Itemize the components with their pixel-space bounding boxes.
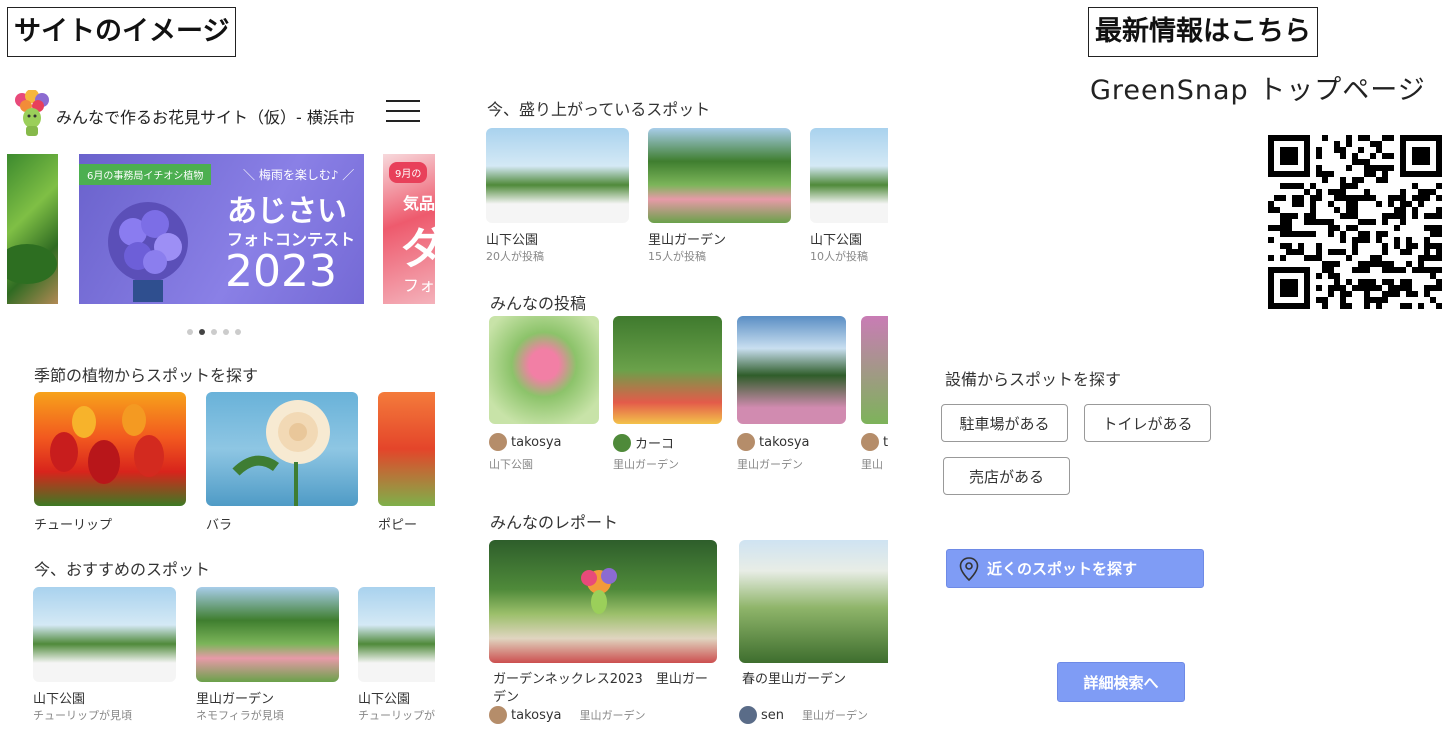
report-card-1[interactable]: [489, 540, 717, 663]
hamburger-icon[interactable]: [386, 100, 420, 124]
plant-label-tulip: チューリップ: [34, 518, 113, 533]
trending-name-3: 山下公園: [810, 233, 863, 248]
qr-code[interactable]: [1268, 135, 1442, 309]
detail-search-button[interactable]: 詳細検索へ: [1057, 662, 1185, 702]
facilities-section-title: 設備からスポットを探す: [945, 370, 1122, 389]
post-user-4[interactable]: t: [861, 433, 888, 451]
banner-prev-slide[interactable]: [7, 154, 58, 304]
carousel-dot[interactable]: [235, 329, 241, 335]
seasonal-section-title: 季節の植物からスポットを探す: [34, 366, 259, 385]
trending-sub-2: 15人が投稿: [648, 250, 706, 263]
trending-sub-1: 20人が投稿: [486, 250, 544, 263]
post-place-2: 里山ガーデン: [613, 458, 679, 471]
banner-next-contest: フォ: [403, 276, 435, 295]
post-place-4: 里山: [861, 458, 883, 471]
post-user-3[interactable]: takosya: [737, 433, 810, 451]
banner-next-text: 気品: [403, 194, 435, 213]
recommended-card-3[interactable]: [358, 587, 435, 682]
banner-next-tag: 9月の: [389, 162, 428, 183]
plant-label-rose: バラ: [206, 518, 233, 533]
banner-main-slide[interactable]: 6月の事務局イチオシ植物 ＼ 梅雨を楽しむ♪ ／ あじさい フォトコンテスト 2…: [79, 154, 364, 304]
plant-card-tulip[interactable]: [34, 392, 186, 506]
avatar: [739, 706, 757, 724]
report-username: takosya: [511, 707, 562, 723]
recommended-name-2: 里山ガーデン: [196, 692, 275, 707]
chip-shop[interactable]: 売店がある: [943, 457, 1070, 495]
report-title-1b[interactable]: デン: [493, 686, 519, 705]
post-card-4[interactable]: [861, 316, 888, 424]
carousel-dot[interactable]: [199, 329, 205, 335]
avatar: [861, 433, 879, 451]
plant-card-rose[interactable]: [206, 392, 358, 506]
recommended-section-title: 今、おすすめのスポット: [34, 560, 211, 579]
plant-card-poppy[interactable]: [378, 392, 435, 506]
nearby-spots-button[interactable]: 近くのスポットを探す: [946, 549, 1204, 588]
posts-section-title: みんなの投稿: [490, 294, 587, 313]
trending-name-1: 山下公園: [486, 233, 539, 248]
post-username: takosya: [759, 434, 810, 450]
recommended-sub-1: チューリップが見頃: [33, 709, 132, 722]
recommended-name-3: 山下公園: [358, 692, 411, 707]
report-user-1[interactable]: takosya 里山ガーデン: [489, 706, 646, 724]
report-title-2[interactable]: 春の里山ガーデン: [742, 668, 846, 687]
map-pin-icon: [959, 556, 979, 581]
post-user-2[interactable]: カーコ: [613, 433, 674, 452]
report-place: 里山ガーデン: [579, 709, 646, 722]
trending-card-3[interactable]: [810, 128, 888, 223]
site-title[interactable]: みんなで作るお花見サイト（仮）- 横浜市: [56, 104, 355, 128]
report-title-1[interactable]: ガーデンネックレス2023 里山ガー: [493, 668, 708, 687]
trending-name-2: 里山ガーデン: [648, 233, 727, 248]
report-username: sen: [761, 707, 785, 723]
post-username: takosya: [511, 434, 562, 450]
post-place-3: 里山ガーデン: [737, 458, 803, 471]
avatar: [737, 433, 755, 451]
post-card-1[interactable]: [489, 316, 599, 424]
mascot-icon: [14, 89, 50, 138]
trending-card-2[interactable]: [648, 128, 791, 223]
hydrangea-image: [93, 192, 203, 302]
recommended-sub-3: チューリップが: [358, 709, 435, 722]
trending-sub-3: 10人が投稿: [810, 250, 868, 263]
banner-next-slide[interactable]: 9月の 気品 ダ フォ: [383, 154, 435, 304]
greensnap-top-link-label[interactable]: GreenSnap トップページ: [1090, 68, 1426, 107]
site-image-label: サイトのイメージ: [7, 7, 237, 57]
post-username: カーコ: [635, 437, 675, 452]
recommended-sub-2: ネモフィラが見頃: [196, 709, 284, 722]
nearby-spots-label: 近くのスポットを探す: [987, 560, 1138, 578]
post-card-3[interactable]: [737, 316, 846, 424]
post-username: t: [883, 434, 888, 450]
avatar: [489, 433, 507, 451]
recommended-card-2[interactable]: [196, 587, 339, 682]
carousel-dot[interactable]: [187, 329, 193, 335]
post-user-1[interactable]: takosya: [489, 433, 562, 451]
plant-label-poppy: ポピー: [378, 518, 418, 533]
trending-card-1[interactable]: [486, 128, 629, 223]
report-place: 里山ガーデン: [802, 709, 869, 722]
report-user-2[interactable]: sen 里山ガーデン: [739, 706, 868, 724]
carousel-dots[interactable]: [184, 320, 244, 339]
latest-info-label: 最新情報はこちら: [1088, 7, 1318, 57]
banner-subtitle: ＼ 梅雨を楽しむ♪ ／: [243, 168, 355, 182]
banner-title: あじさい: [227, 194, 347, 229]
avatar: [613, 433, 631, 452]
chip-parking[interactable]: 駐車場がある: [941, 404, 1068, 442]
banner-year: 2023: [225, 246, 337, 297]
avatar: [489, 706, 507, 724]
banner-tag: 6月の事務局イチオシ植物: [79, 164, 212, 185]
carousel-dot[interactable]: [223, 329, 229, 335]
banner-next-big: ダ: [401, 223, 435, 274]
report-card-2[interactable]: [739, 540, 888, 663]
recommended-name-1: 山下公園: [33, 692, 86, 707]
chip-toilet[interactable]: トイレがある: [1084, 404, 1211, 442]
reports-section-title: みんなのレポート: [490, 513, 619, 532]
post-card-2[interactable]: [613, 316, 722, 424]
carousel-dot[interactable]: [211, 329, 217, 335]
recommended-card-1[interactable]: [33, 587, 176, 682]
post-place-1: 山下公園: [489, 458, 533, 471]
trending-section-title: 今、盛り上がっているスポット: [487, 100, 711, 119]
